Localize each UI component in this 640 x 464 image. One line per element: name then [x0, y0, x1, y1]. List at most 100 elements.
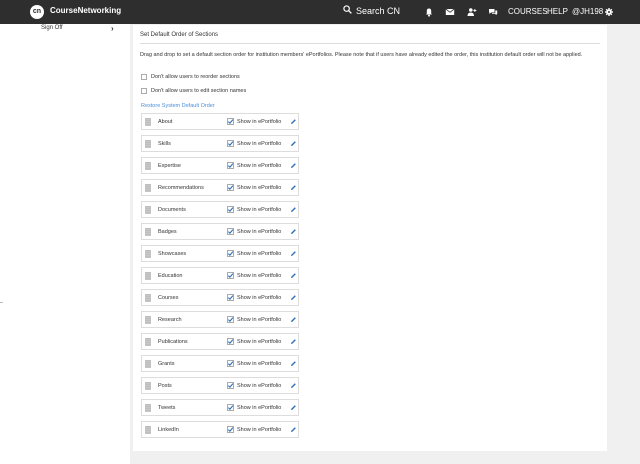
- show-in-eportfolio-checkbox[interactable]: [227, 360, 234, 367]
- pencil-icon[interactable]: [290, 338, 297, 345]
- section-label: Recommendations: [158, 185, 204, 191]
- section-row[interactable]: Grants Show in ePortfolio: [141, 355, 299, 372]
- chevron-right-icon[interactable]: ›: [111, 24, 114, 33]
- search-button[interactable]: Search CN: [343, 5, 400, 16]
- section-row[interactable]: Research Show in ePortfolio: [141, 311, 299, 328]
- mail-icon[interactable]: [445, 7, 455, 17]
- check-icon: [227, 339, 234, 345]
- check-icon: [227, 163, 234, 169]
- cn-logo[interactable]: cn: [30, 5, 44, 19]
- show-in-eportfolio-checkbox[interactable]: [227, 272, 234, 279]
- pencil-icon[interactable]: [290, 118, 297, 125]
- pencil-icon[interactable]: [290, 316, 297, 323]
- section-row[interactable]: Education Show in ePortfolio: [141, 267, 299, 284]
- drag-handle-icon[interactable]: [145, 426, 151, 434]
- show-in-eportfolio-label: Show in ePortfolio: [237, 383, 282, 389]
- option-disallow-edit-names[interactable]: Don't allow users to edit section names: [141, 88, 246, 94]
- drag-handle-icon[interactable]: [145, 250, 151, 258]
- drag-handle-icon[interactable]: [145, 118, 151, 126]
- sign-off-link[interactable]: Sign Off: [41, 25, 63, 31]
- section-order-panel: Set Default Order of Sections Drag and d…: [133, 25, 607, 451]
- drag-handle-icon[interactable]: [145, 206, 151, 214]
- section-label: LinkedIn: [158, 427, 179, 433]
- user-menu[interactable]: @JH198: [572, 7, 603, 16]
- person-plus-icon[interactable]: [467, 7, 477, 17]
- show-in-eportfolio-checkbox[interactable]: [227, 228, 234, 235]
- show-in-eportfolio-checkbox[interactable]: [227, 184, 234, 191]
- drag-handle-icon[interactable]: [145, 404, 151, 412]
- check-icon: [227, 141, 234, 147]
- bell-icon[interactable]: [424, 7, 434, 17]
- section-row[interactable]: Tweets Show in ePortfolio: [141, 399, 299, 416]
- option-disallow-reorder[interactable]: Don't allow users to reorder sections: [141, 74, 240, 80]
- drag-handle-icon[interactable]: [145, 316, 151, 324]
- show-in-eportfolio-checkbox[interactable]: [227, 338, 234, 345]
- show-in-eportfolio-checkbox[interactable]: [227, 382, 234, 389]
- pencil-icon[interactable]: [290, 228, 297, 235]
- page-title: Set Default Order of Sections: [140, 32, 219, 38]
- show-in-eportfolio-label: Show in ePortfolio: [237, 207, 282, 213]
- section-row[interactable]: Showcases Show in ePortfolio: [141, 245, 299, 262]
- chat-icon[interactable]: [488, 7, 498, 17]
- show-in-eportfolio-checkbox[interactable]: [227, 250, 234, 257]
- section-row[interactable]: About Show in ePortfolio: [141, 113, 299, 130]
- brand-name[interactable]: CourseNetworking: [50, 6, 121, 15]
- section-label: Publications: [158, 339, 188, 345]
- section-row[interactable]: LinkedIn Show in ePortfolio: [141, 421, 299, 438]
- section-row[interactable]: Publications Show in ePortfolio: [141, 333, 299, 350]
- pencil-icon[interactable]: [290, 294, 297, 301]
- drag-handle-icon[interactable]: [145, 228, 151, 236]
- title-divider: [140, 43, 600, 44]
- restore-default-order-link[interactable]: Restore System Default Order: [141, 103, 215, 109]
- section-row[interactable]: Documents Show in ePortfolio: [141, 201, 299, 218]
- section-row[interactable]: Skills Show in ePortfolio: [141, 135, 299, 152]
- pencil-icon[interactable]: [290, 184, 297, 191]
- drag-handle-icon[interactable]: [145, 140, 151, 148]
- show-in-eportfolio-checkbox[interactable]: [227, 404, 234, 411]
- section-label: Grants: [158, 361, 175, 367]
- check-icon: [227, 427, 234, 433]
- pencil-icon[interactable]: [290, 250, 297, 257]
- show-in-eportfolio-label: Show in ePortfolio: [237, 141, 282, 147]
- drag-handle-icon[interactable]: [145, 382, 151, 390]
- show-in-eportfolio-checkbox[interactable]: [227, 162, 234, 169]
- sidebar: Sign Off ›: [0, 24, 130, 464]
- show-in-eportfolio-checkbox[interactable]: [227, 426, 234, 433]
- section-row[interactable]: Expertise Show in ePortfolio: [141, 157, 299, 174]
- drag-handle-icon[interactable]: [145, 338, 151, 346]
- check-icon: [227, 383, 234, 389]
- pencil-icon[interactable]: [290, 426, 297, 433]
- pencil-icon[interactable]: [290, 404, 297, 411]
- pencil-icon[interactable]: [290, 140, 297, 147]
- drag-handle-icon[interactable]: [145, 272, 151, 280]
- drag-handle-icon[interactable]: [145, 360, 151, 368]
- disallow-edit-names-label: Don't allow users to edit section names: [151, 88, 247, 94]
- gear-icon[interactable]: [604, 7, 614, 17]
- show-in-eportfolio-checkbox[interactable]: [227, 316, 234, 323]
- show-in-eportfolio-label: Show in ePortfolio: [237, 185, 282, 191]
- show-in-eportfolio-label: Show in ePortfolio: [237, 427, 282, 433]
- show-in-eportfolio-checkbox[interactable]: [227, 206, 234, 213]
- pencil-icon[interactable]: [290, 206, 297, 213]
- disallow-edit-names-checkbox[interactable]: [141, 88, 147, 94]
- show-in-eportfolio-checkbox[interactable]: [227, 140, 234, 147]
- pencil-icon[interactable]: [290, 382, 297, 389]
- section-row[interactable]: Courses Show in ePortfolio: [141, 289, 299, 306]
- section-row[interactable]: Recommendations Show in ePortfolio: [141, 179, 299, 196]
- section-row[interactable]: Badges Show in ePortfolio: [141, 223, 299, 240]
- pencil-icon[interactable]: [290, 162, 297, 169]
- show-in-eportfolio-checkbox[interactable]: [227, 118, 234, 125]
- section-label: Posts: [158, 383, 172, 389]
- help-link[interactable]: HELP: [547, 7, 568, 16]
- drag-handle-icon[interactable]: [145, 294, 151, 302]
- pencil-icon[interactable]: [290, 272, 297, 279]
- disallow-reorder-checkbox[interactable]: [141, 74, 147, 80]
- check-icon: [227, 229, 234, 235]
- drag-handle-icon[interactable]: [145, 184, 151, 192]
- section-row[interactable]: Posts Show in ePortfolio: [141, 377, 299, 394]
- show-in-eportfolio-label: Show in ePortfolio: [237, 405, 282, 411]
- courses-link[interactable]: COURSES: [508, 7, 548, 16]
- pencil-icon[interactable]: [290, 360, 297, 367]
- show-in-eportfolio-checkbox[interactable]: [227, 294, 234, 301]
- drag-handle-icon[interactable]: [145, 162, 151, 170]
